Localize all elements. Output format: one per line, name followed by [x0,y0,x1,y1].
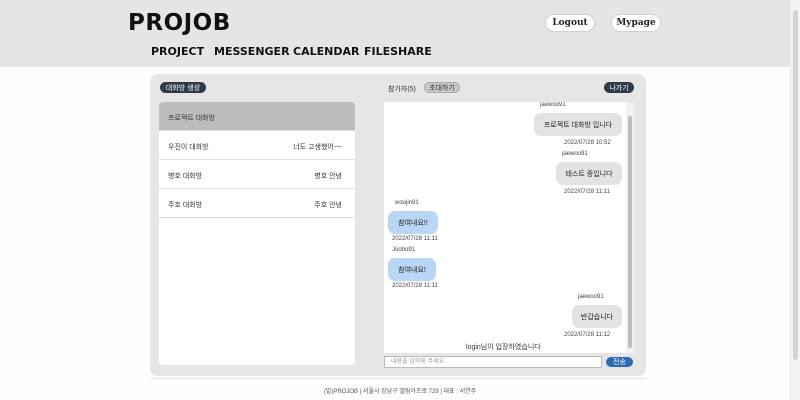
message-timestamp: 2022/07/28 10:52 [564,140,611,146]
room-item-woojin[interactable]: 우진이 대화방 너도 고생했어~~ [159,131,355,160]
send-button[interactable]: 전송 [606,357,633,367]
room-last-message: 주호 안녕 [314,202,342,209]
chat-scrollbar-thumb[interactable] [628,116,632,348]
message-timestamp: 2022/07/28 11:11 [392,283,438,289]
nav-fileshare[interactable]: FILESHARE [364,45,432,58]
logout-button[interactable]: Logout [545,14,595,32]
nav-messenger[interactable]: MESSENGER [214,45,290,58]
room-name: 주호 대화방 [168,202,203,209]
room-last-message: 병호 안녕 [314,173,342,180]
room-item-project[interactable]: 프로젝트 대화방 [159,102,355,131]
room-item-byungho[interactable]: 병호 대화방 병호 안녕 [159,160,355,189]
nav-project[interactable]: PROJECT [151,45,204,58]
participants-label[interactable]: 참가자(5) [388,84,416,94]
chat-area[interactable]: jaewoo91 프로젝트 대화방 입니다 2022/07/28 10:52 j… [384,102,634,353]
message-username: jaewoo91 [578,294,604,300]
message-username: jaewoo91 [540,102,566,108]
chat-scrollbar[interactable] [626,102,634,353]
message-username: woojin91 [395,200,419,206]
message-timestamp: 2022/07/28 11:11 [392,236,438,242]
message-bubble: 참여내요!! [388,211,438,234]
room-name: 프로젝트 대화방 [168,115,216,122]
page-scrollbar-thumb[interactable] [793,10,798,360]
mypage-button[interactable]: Mypage [611,14,661,32]
message-bubble: 반갑습니다 [572,305,622,328]
room-name: 병호 대화방 [168,173,203,180]
page-scrollbar[interactable] [790,0,800,400]
footer-divider [150,378,646,379]
message-bubble: 테스트 중입니다 [556,162,622,185]
room-last-message: 너도 고생했어~~ [293,144,342,151]
nav-calendar[interactable]: CALENDAR [293,45,359,58]
leave-button[interactable]: 나가기 [604,82,634,93]
create-room-button[interactable]: 대화방 생성 [160,82,206,93]
message-timestamp: 2022/07/28 11:11 [564,189,610,195]
room-item-jooho[interactable]: 주호 대화방 주호 안녕 [159,189,355,218]
message-timestamp: 2022/07/28 11:12 [564,332,611,338]
room-list: 프로젝트 대화방 우진이 대화방 너도 고생했어~~ 병호 대화방 병호 안녕 … [159,102,355,365]
room-name: 우진이 대화방 [168,144,209,151]
message-bubble: 참여내요! [388,258,436,281]
message-username: jaewoo91 [562,151,588,157]
app-logo[interactable]: PROJOB [128,10,231,36]
system-message: login님이 입장하였습니다 [466,344,541,351]
message-input[interactable] [384,356,602,368]
message-bubble: 프로젝트 대화방 입니다 [534,113,622,136]
invite-button[interactable]: 초대하기 [424,82,460,93]
footer-text: (밑)PROJOB | 서울시 강남구 엘림아조로 729 | 대표 : 서연주 [323,389,477,395]
message-username: Jooho91 [392,247,416,253]
